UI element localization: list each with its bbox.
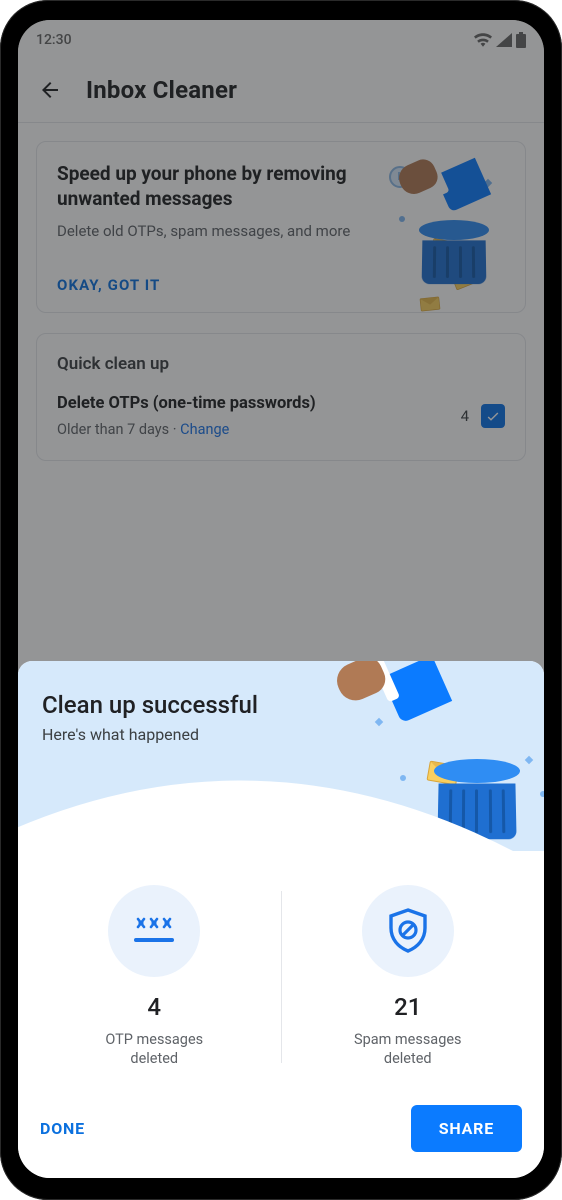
stat-otp-count: 4 (147, 993, 161, 1021)
share-button[interactable]: SHARE (411, 1105, 522, 1152)
stat-spam: 21 Spam messages deleted (282, 885, 535, 1069)
stat-spam-count: 21 (394, 993, 421, 1021)
result-sheet: Clean up successful Here's what happened (18, 661, 544, 1178)
hero-curve (18, 742, 515, 852)
stat-otp: 4 OTP messages deleted (28, 885, 281, 1069)
spam-icon (362, 885, 454, 977)
stat-spam-label: Spam messages deleted (343, 1031, 473, 1069)
otp-icon (108, 885, 200, 977)
stat-otp-label: OTP messages deleted (89, 1031, 219, 1069)
done-button[interactable]: DONE (40, 1119, 85, 1138)
